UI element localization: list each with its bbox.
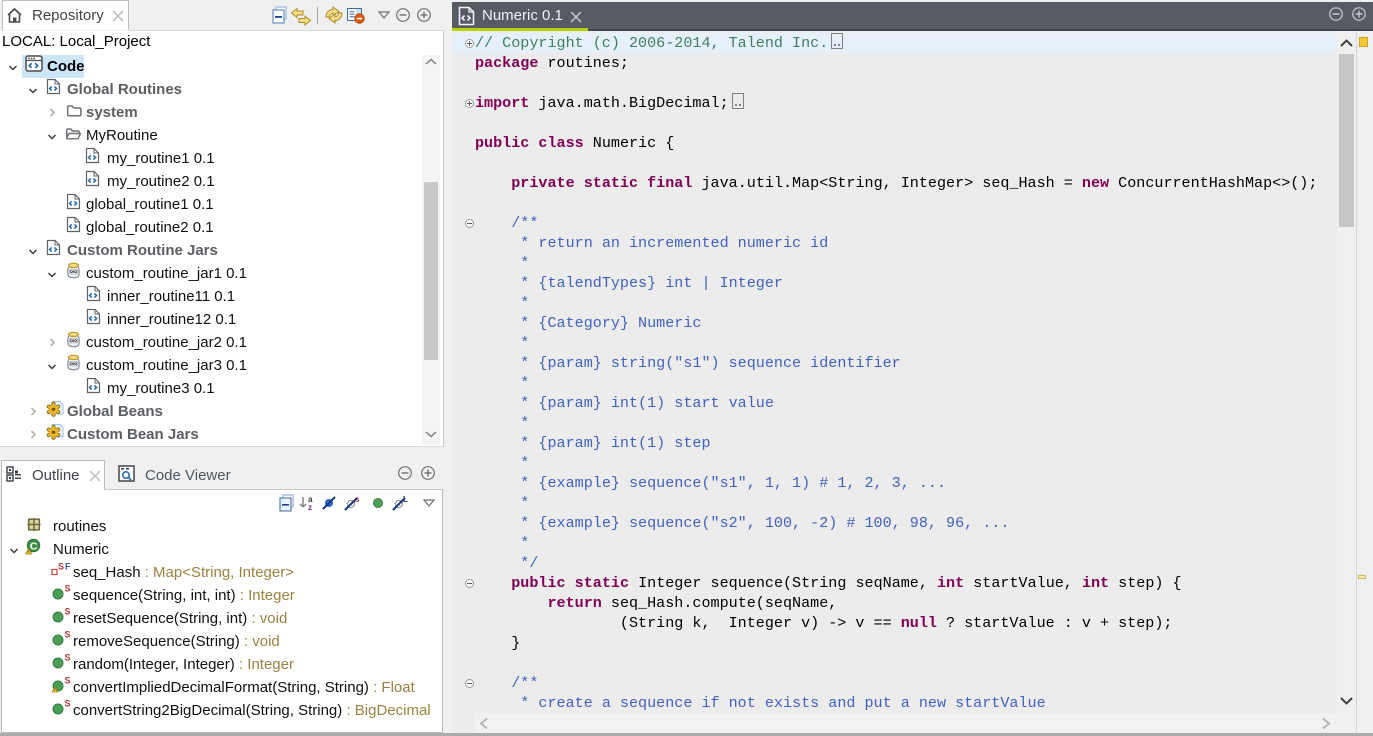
svg-text:S: S <box>65 699 71 709</box>
svg-text:S: S <box>65 607 71 617</box>
svg-text:C: C <box>30 540 38 552</box>
svg-text:S: S <box>58 561 64 571</box>
svg-text:S: S <box>65 653 71 663</box>
svg-text:S: S <box>65 676 71 686</box>
svg-text:S: S <box>65 584 71 594</box>
svg-text:S: S <box>65 630 71 640</box>
svg-text:F: F <box>65 561 71 571</box>
svg-text:z: z <box>308 503 312 512</box>
